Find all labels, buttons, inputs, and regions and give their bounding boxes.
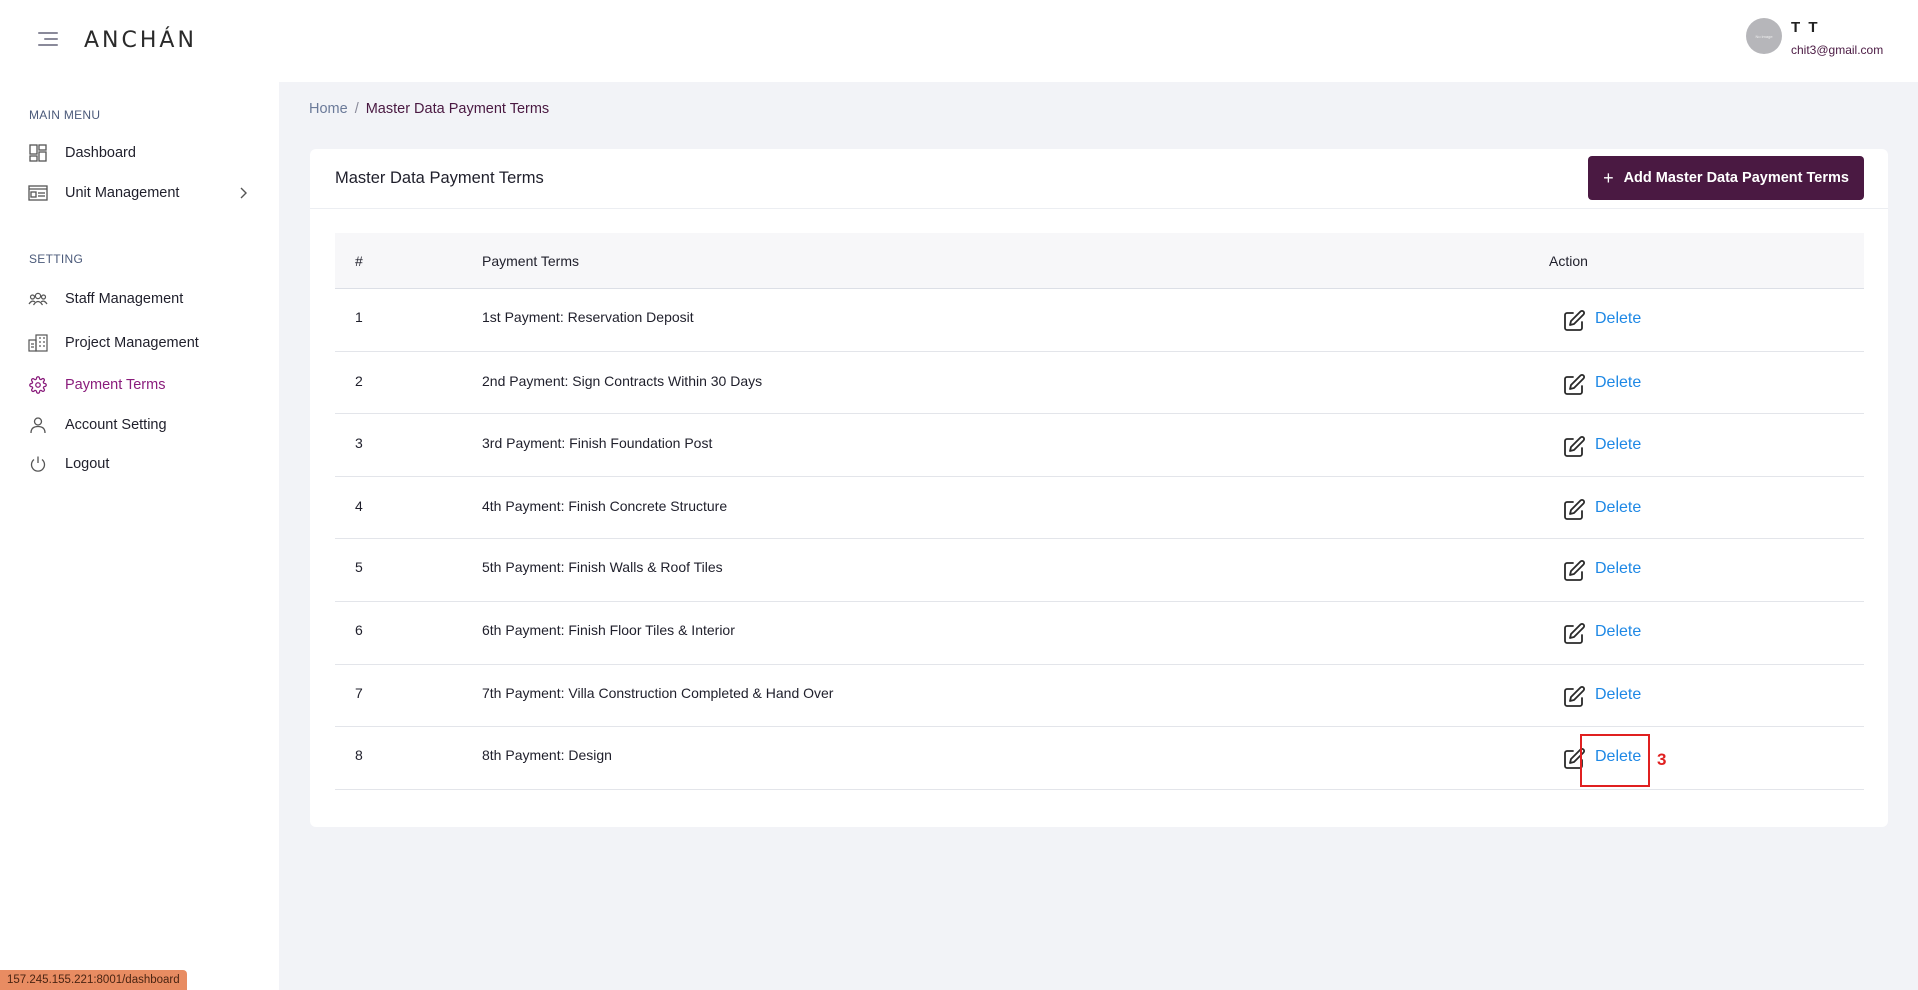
sidebar-item-project-management[interactable]: Project Management [0, 326, 279, 360]
annotation-label: 3 [1657, 750, 1667, 769]
payment-term-text: 5th Payment: Finish Walls & Roof Tiles [482, 559, 723, 576]
user-icon [28, 415, 48, 435]
row-number: 7 [355, 684, 363, 701]
payment-terms-card: Master Data Payment Terms + Add Master D… [310, 149, 1888, 827]
add-button-label: Add Master Data Payment Terms [1623, 170, 1849, 186]
payment-term-text: 7th Payment: Villa Construction Complete… [482, 684, 834, 701]
sidebar-item-logout[interactable]: Logout [0, 447, 279, 481]
delete-link[interactable]: Delete [1595, 748, 1641, 766]
delete-link[interactable]: Delete [1595, 499, 1641, 517]
delete-link[interactable]: Delete [1595, 623, 1641, 641]
edit-icon[interactable] [1562, 373, 1586, 397]
row-number: 3 [355, 435, 363, 452]
table-row: 2 2nd Payment: Sign Contracts Within 30 D… [335, 352, 1864, 415]
delete-link[interactable]: Delete [1595, 560, 1641, 578]
sidebar-item-label: Logout [65, 456, 110, 472]
row-number: 1 [355, 309, 363, 325]
hamburger-menu-icon[interactable] [38, 32, 58, 46]
sidebar-item-payment-terms[interactable]: Payment Terms [0, 368, 279, 402]
row-number: 6 [355, 621, 363, 638]
status-bar-url: 157.245.155.221:8001/dashboard [0, 970, 187, 990]
sidebar-item-dashboard[interactable]: Dashboard [0, 136, 279, 170]
payment-term-text: 2nd Payment: Sign Contracts Within 30 Da… [482, 372, 763, 389]
setting-heading: SETTING [29, 252, 84, 266]
column-header-number: # [355, 253, 363, 269]
card-header: Master Data Payment Terms + Add Master D… [310, 149, 1888, 209]
row-number: 5 [355, 559, 363, 576]
power-icon [28, 454, 48, 474]
edit-icon[interactable] [1562, 559, 1586, 583]
plus-icon: + [1603, 168, 1614, 188]
delete-link[interactable]: Delete [1595, 686, 1641, 704]
delete-link[interactable]: Delete [1595, 436, 1641, 454]
add-payment-terms-button[interactable]: + Add Master Data Payment Terms [1588, 156, 1864, 200]
row-number: 4 [355, 497, 363, 514]
sidebar-item-label: Account Setting [65, 417, 167, 433]
unit-management-icon [28, 183, 48, 203]
chevron-right-icon [236, 186, 250, 205]
sidebar: MAIN MENU Dashboard Unit Management SETT… [0, 82, 279, 990]
top-bar: ANCHÁN No image T T chit3@gmail.com [0, 0, 1918, 82]
table-row: 1 1st Payment: Reservation Deposit Delete [335, 289, 1864, 352]
brand-logo[interactable]: ANCHÁN [84, 28, 197, 53]
edit-icon[interactable] [1562, 747, 1586, 771]
sidebar-item-label: Staff Management [65, 291, 184, 307]
table-header: # Payment Terms Action [335, 233, 1864, 289]
sidebar-item-unit-management[interactable]: Unit Management [0, 176, 279, 210]
row-number: 8 [355, 747, 363, 764]
table-row: 5 5th Payment: Finish Walls & Roof Tiles D… [335, 539, 1864, 602]
delete-link[interactable]: Delete [1595, 310, 1641, 328]
user-email: chit3@gmail.com [1791, 43, 1884, 57]
sidebar-item-label: Dashboard [65, 145, 136, 161]
row-number: 2 [355, 372, 363, 389]
edit-icon[interactable] [1562, 622, 1586, 646]
breadcrumb: Home / Master Data Payment Terms [309, 101, 549, 117]
user-name: T T [1791, 19, 1820, 36]
breadcrumb-home-link[interactable]: Home [309, 101, 348, 117]
breadcrumb-current: Master Data Payment Terms [365, 101, 550, 117]
payment-term-text: 3rd Payment: Finish Foundation Post [482, 435, 713, 452]
payment-term-text: 8th Payment: Design [482, 747, 612, 764]
staff-icon [28, 289, 48, 309]
page-title: Master Data Payment Terms [335, 169, 544, 187]
sidebar-item-label: Unit Management [65, 185, 180, 201]
table-row: 8 8th Payment: Design Delete [335, 727, 1864, 790]
sidebar-item-staff-management[interactable]: Staff Management [0, 282, 279, 316]
avatar[interactable]: No image [1746, 18, 1782, 54]
payment-terms-table: # Payment Terms Action 1 1st Payment: Res… [335, 233, 1864, 790]
gear-icon [28, 375, 48, 395]
table-row: 4 4th Payment: Finish Concrete Structure D… [335, 477, 1864, 540]
main-menu-heading: MAIN MENU [29, 108, 101, 122]
sidebar-item-label: Payment Terms [65, 377, 166, 393]
edit-icon[interactable] [1562, 498, 1586, 522]
edit-icon[interactable] [1562, 435, 1586, 459]
edit-icon[interactable] [1562, 309, 1586, 333]
table-row: 7 7th Payment: Villa Construction Complet… [335, 665, 1864, 728]
breadcrumb-separator: / [354, 101, 359, 117]
table-row: 6 6th Payment: Finish Floor Tiles & Inter… [335, 602, 1864, 665]
payment-term-text: 4th Payment: Finish Concrete Structure [482, 497, 728, 514]
edit-icon[interactable] [1562, 685, 1586, 709]
delete-link[interactable]: Delete [1595, 374, 1641, 392]
payment-term-text: 1st Payment: Reservation Deposit [482, 309, 694, 325]
dashboard-icon [28, 143, 48, 163]
project-icon [28, 333, 48, 353]
sidebar-item-account-setting[interactable]: Account Setting [0, 408, 279, 442]
sidebar-item-label: Project Management [65, 335, 199, 351]
payment-term-text: 6th Payment: Finish Floor Tiles & Interi… [482, 621, 735, 638]
column-header-payment-terms: Payment Terms [482, 253, 579, 269]
table-row: 3 3rd Payment: Finish Foundation Post Dele… [335, 414, 1864, 477]
column-header-action: Action [1549, 253, 1588, 269]
